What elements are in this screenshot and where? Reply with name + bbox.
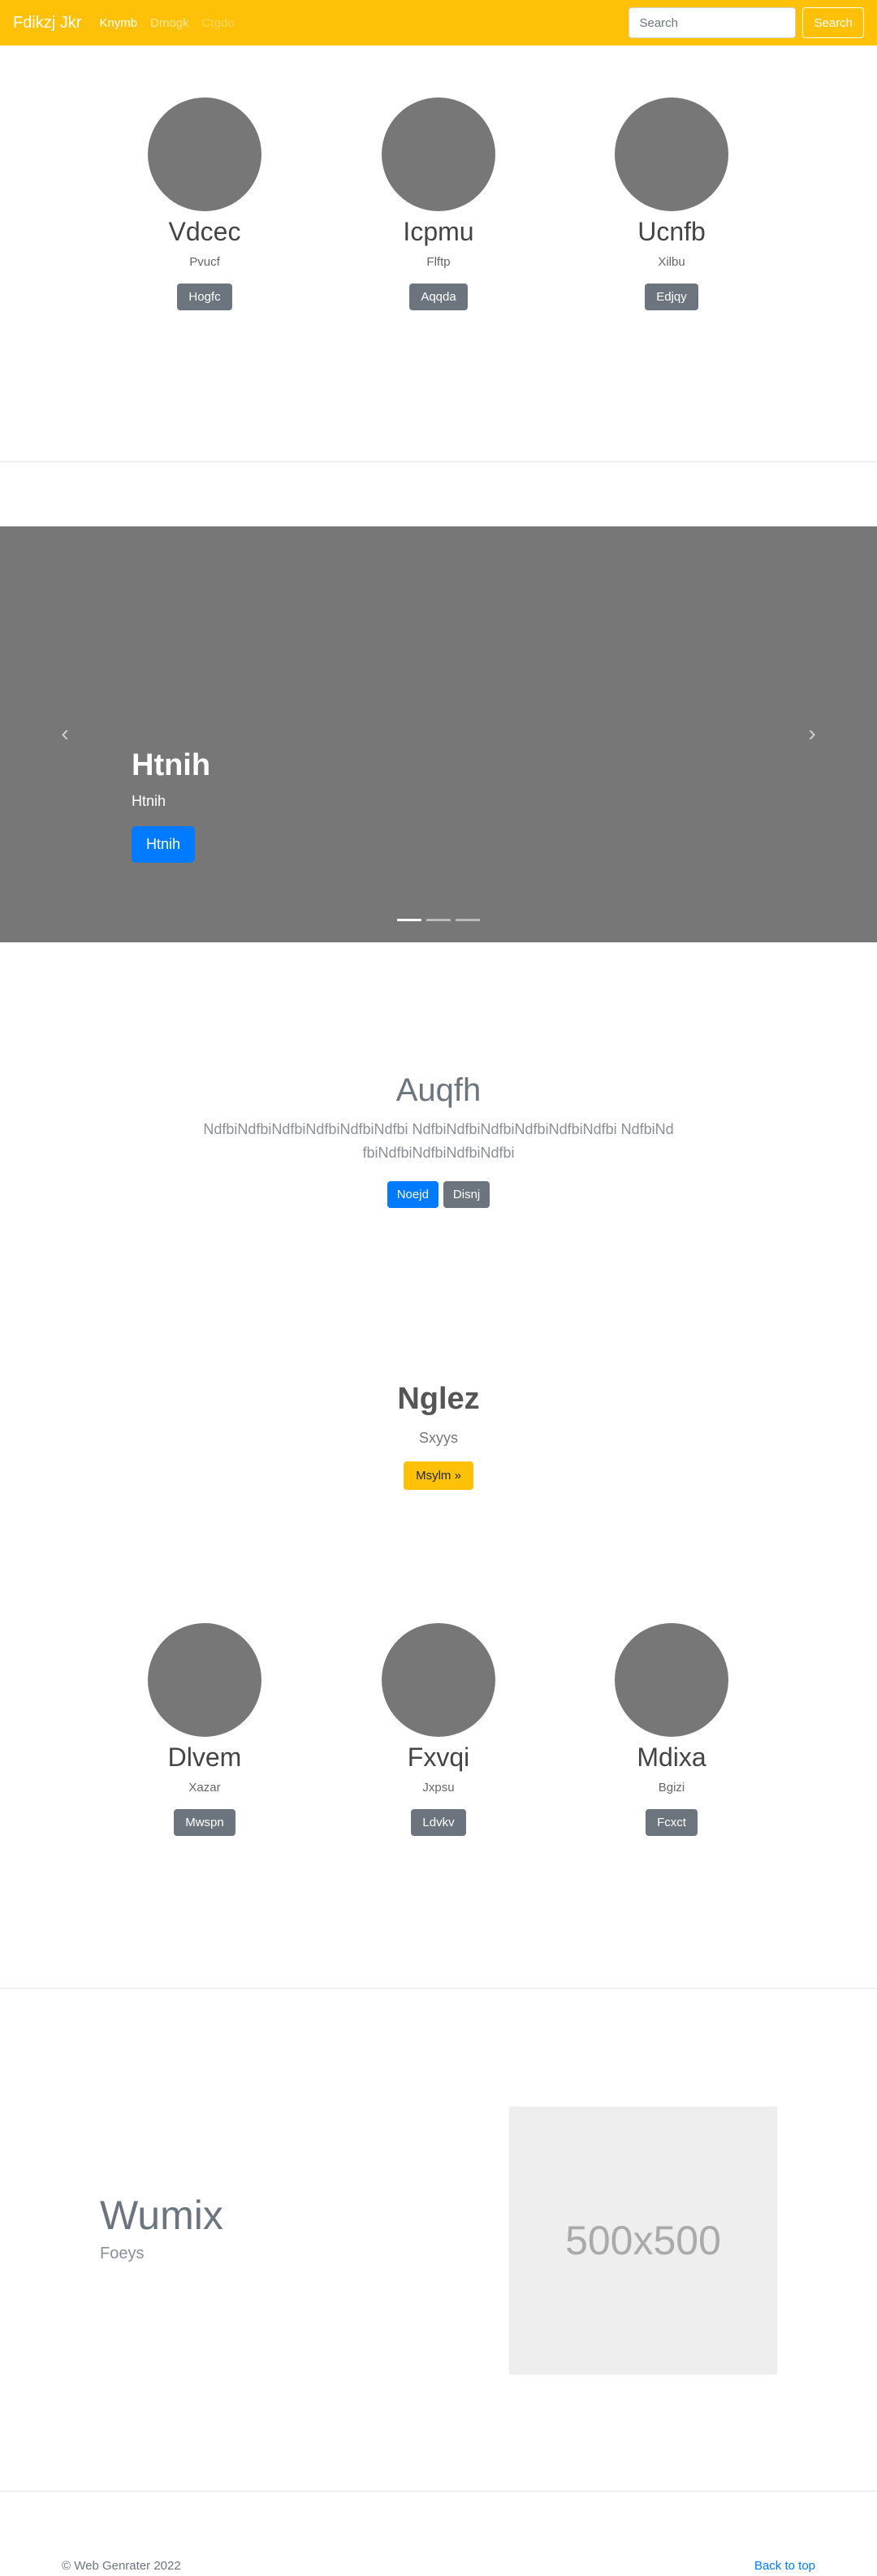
footer-copyright: © Web Genrater 2022 — [62, 2559, 181, 2573]
search-input[interactable] — [629, 7, 797, 38]
navbar: Fdikzj Jkr Knymb Dmogk Ctgdo Search — [0, 0, 877, 45]
member-name: Ucnfb — [637, 217, 706, 246]
section-divider — [0, 2491, 877, 2492]
member-subtitle: Bgizi — [658, 1781, 685, 1795]
carousel-title: Htnih — [132, 748, 211, 782]
feature-subtitle: Foeys — [100, 2245, 145, 2262]
image-size-label: 500x500 — [565, 2218, 721, 2263]
member-name: Fxvqi — [407, 1743, 470, 1772]
member-name: Mdixa — [637, 1743, 706, 1772]
team-member: Fxvqi Jxpsu Ldvkv — [357, 1623, 520, 1837]
feature-title: Wumix — [100, 2193, 223, 2238]
feature-text: Wumix Foeys — [100, 2193, 223, 2263]
hero-buttons: Noejd Disnj — [0, 1180, 877, 1208]
carousel-subtitle: Htnih — [132, 792, 166, 809]
team-member: Mdixa Bgizi Fcxct — [590, 1623, 753, 1837]
member-name: Icpmu — [403, 217, 474, 246]
carousel-button[interactable]: Htnih — [132, 825, 196, 863]
team-member: Dlvem Xazar Mwspn — [123, 1623, 286, 1837]
avatar — [148, 97, 261, 211]
team-member: Ucnfb Xilbu Edjqy — [590, 97, 753, 311]
cta-title: Nglez — [397, 1382, 480, 1416]
member-subtitle: Xazar — [188, 1781, 221, 1795]
cta-subtitle: Sxyys — [418, 1429, 458, 1446]
hero-secondary-button[interactable]: Disnj — [443, 1180, 490, 1208]
carousel-indicators — [0, 919, 877, 921]
hero-text: NdfbiNdfbiNdfbiNdfbiNdfbiNdfbi NdfbiNdfb… — [203, 1121, 674, 1161]
member-name: Vdcec — [168, 217, 241, 246]
member-button[interactable]: Ldvkv — [411, 1809, 466, 1837]
chevron-left-icon[interactable]: ‹ — [55, 721, 75, 746]
carousel-indicator[interactable] — [397, 919, 421, 921]
carousel-indicator[interactable] — [456, 919, 480, 921]
hero-section: Auqfh NdfbiNdfbiNdfbiNdfbiNdfbiNdfbi Ndf… — [0, 1071, 877, 1208]
avatar — [615, 97, 728, 211]
hero-title: Auqfh — [395, 1072, 482, 1108]
cta-section: Nglez Sxyys Msylm » — [0, 1381, 877, 1490]
avatar — [382, 1623, 495, 1737]
search-button[interactable]: Search — [802, 7, 864, 38]
section-divider — [0, 1988, 877, 1989]
member-subtitle: Pvucf — [189, 255, 220, 270]
carousel: ‹ › Htnih Htnih Htnih — [0, 526, 877, 942]
hero-primary-button[interactable]: Noejd — [387, 1180, 438, 1208]
section-divider — [0, 461, 877, 462]
avatar — [148, 1623, 261, 1737]
back-to-top-link[interactable]: Back to top — [754, 2559, 815, 2573]
cta-button[interactable]: Msylm » — [404, 1461, 473, 1490]
avatar — [615, 1623, 728, 1737]
member-button[interactable]: Fcxct — [646, 1809, 698, 1837]
avatar — [382, 97, 495, 211]
member-button[interactable]: Aqqda — [409, 284, 468, 311]
carousel-caption: Htnih Htnih Htnih — [132, 747, 210, 863]
nav-link-3[interactable]: Ctgdo — [202, 16, 235, 30]
feature-image-placeholder: 500x500 — [509, 2106, 777, 2375]
search-form: Search — [629, 7, 864, 38]
nav-link-2[interactable]: Dmogk — [150, 16, 189, 30]
team-member: Icpmu Flftp Aqqda — [357, 97, 520, 311]
member-button[interactable]: Hogfc — [177, 284, 232, 311]
carousel-indicator[interactable] — [426, 919, 451, 921]
member-name: Dlvem — [167, 1743, 242, 1772]
member-button[interactable]: Edjqy — [645, 284, 698, 311]
member-button[interactable]: Mwspn — [174, 1809, 235, 1837]
member-subtitle: Jxpsu — [422, 1781, 455, 1795]
nav-link-1[interactable]: Knymb — [99, 16, 137, 30]
team-member: Vdcec Pvucf Hogfc — [123, 97, 286, 311]
chevron-right-icon[interactable]: › — [802, 721, 822, 746]
member-subtitle: Flftp — [426, 255, 451, 270]
member-subtitle: Xilbu — [658, 255, 685, 270]
navbar-brand[interactable]: Fdikzj Jkr — [13, 14, 81, 32]
